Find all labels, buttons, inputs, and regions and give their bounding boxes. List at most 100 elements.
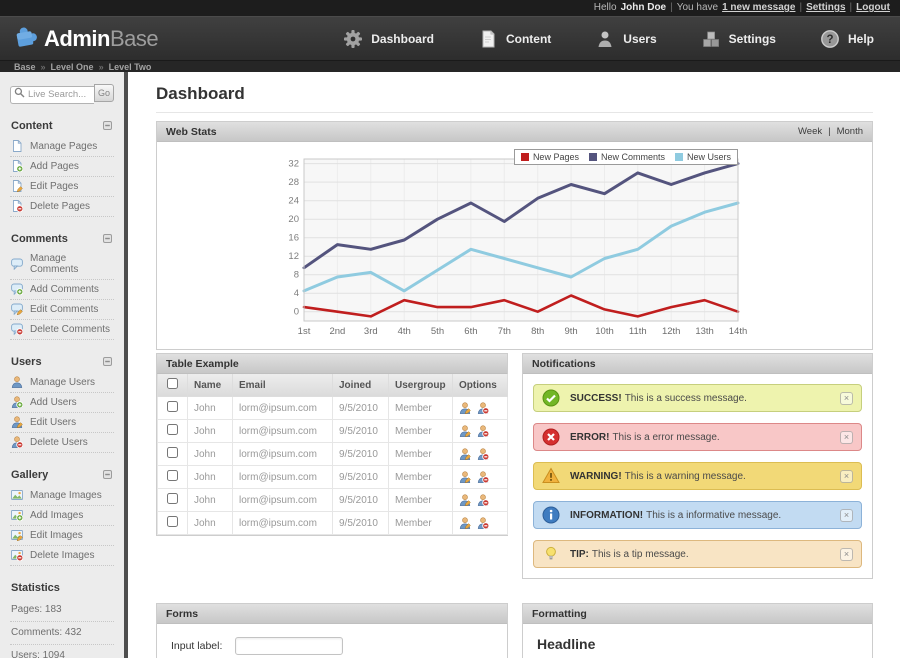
close-icon[interactable]: × xyxy=(840,470,853,483)
nav-item-settings[interactable]: Settings xyxy=(701,29,776,49)
sidebar-item-delete-images[interactable]: Delete Images xyxy=(10,546,114,566)
sidebar-item-add-users[interactable]: Add Users xyxy=(10,393,114,413)
nav-item-help[interactable]: ?Help xyxy=(820,29,874,49)
close-icon[interactable]: × xyxy=(840,431,853,444)
cell-email: lorm@ipsum.com xyxy=(233,512,333,535)
row-checkbox[interactable] xyxy=(167,424,178,435)
sidebar-item-manage-images[interactable]: Manage Images xyxy=(10,486,114,506)
week-link[interactable]: Week xyxy=(798,126,822,137)
svg-text:20: 20 xyxy=(288,214,299,225)
cell-name: John xyxy=(188,489,233,512)
user-edit-icon[interactable] xyxy=(459,471,472,484)
nav-item-dashboard[interactable]: Dashboard xyxy=(343,29,434,49)
legend-item: New Users xyxy=(675,152,731,162)
document-icon xyxy=(478,29,498,49)
formatting-panel-header: Formatting xyxy=(523,604,872,624)
table-row: Johnlorm@ipsum.com9/5/2010Member xyxy=(158,443,508,466)
breadcrumb-item[interactable]: Level Two xyxy=(109,62,152,72)
sidebar-item-edit-users[interactable]: Edit Users xyxy=(10,413,114,433)
comment-edit-icon xyxy=(11,303,23,315)
month-link[interactable]: Month xyxy=(837,126,863,137)
input-label: Input label: xyxy=(171,640,235,652)
breadcrumb-item[interactable]: Level One xyxy=(51,62,94,72)
sidebar-section-title: Content xyxy=(11,120,53,132)
row-checkbox[interactable] xyxy=(167,470,178,481)
search-go-button[interactable]: Go xyxy=(94,84,114,102)
nav-item-users[interactable]: Users xyxy=(595,29,656,49)
user-edit-icon[interactable] xyxy=(459,494,472,507)
close-icon[interactable]: × xyxy=(840,509,853,522)
user-delete-icon[interactable] xyxy=(477,402,490,415)
column-header: Name xyxy=(194,380,221,391)
close-icon[interactable]: × xyxy=(840,548,853,561)
settings-link[interactable]: Settings xyxy=(806,0,845,16)
user-delete-icon[interactable] xyxy=(477,471,490,484)
warning-icon xyxy=(542,467,560,485)
sidebar-item-add-comments[interactable]: Add Comments xyxy=(10,280,114,300)
example-table: NameEmailJoinedUsergroupOptions Johnlorm… xyxy=(157,374,508,535)
row-checkbox[interactable] xyxy=(167,401,178,412)
webstats-panel: Web Stats Week | Month 0481216202428321s… xyxy=(156,121,873,350)
sidebar-item-label: Add Images xyxy=(30,510,83,521)
user-edit-icon[interactable] xyxy=(459,517,472,530)
page-edit-icon xyxy=(11,180,23,192)
svg-text:8: 8 xyxy=(293,270,298,281)
sidebar-section-statistics: StatisticsPages: 183Comments: 432Users: … xyxy=(10,580,114,658)
user-delete-icon[interactable] xyxy=(477,448,490,461)
new-message-link[interactable]: 1 new message xyxy=(722,0,795,16)
sidebar-item-delete-comments[interactable]: Delete Comments xyxy=(10,320,114,340)
cell-usergroup: Member xyxy=(389,443,453,466)
sidebar-item-add-pages[interactable]: Add Pages xyxy=(10,157,114,177)
cell-email: lorm@ipsum.com xyxy=(233,397,333,420)
row-checkbox[interactable] xyxy=(167,516,178,527)
cell-options xyxy=(453,443,508,466)
main-nav: Dashboard Content Users Settings ?Help xyxy=(343,29,874,49)
sidebar-item-manage-pages[interactable]: Manage Pages xyxy=(10,137,114,157)
collapse-panel-icon[interactable] xyxy=(103,357,112,366)
table-row: Johnlorm@ipsum.com9/5/2010Member xyxy=(158,489,508,512)
sidebar-item-delete-pages[interactable]: Delete Pages xyxy=(10,197,114,217)
notifications-panel-header: Notifications xyxy=(523,354,872,374)
logout-link[interactable]: Logout xyxy=(856,0,890,16)
forms-panel-header: Forms xyxy=(157,604,507,624)
form-text-input[interactable] xyxy=(235,637,343,655)
row-checkbox[interactable] xyxy=(167,447,178,458)
svg-text:14th: 14th xyxy=(728,326,747,337)
collapse-panel-icon[interactable] xyxy=(103,234,112,243)
sidebar-section-title: Statistics xyxy=(11,582,60,594)
legend-item: New Comments xyxy=(589,152,665,162)
sidebar-item-label: Add Users xyxy=(30,397,77,408)
statistic-label: Users: 1094 xyxy=(11,650,65,658)
collapse-panel-icon[interactable] xyxy=(103,121,112,130)
user-edit-icon[interactable] xyxy=(459,448,472,461)
sidebar-item-manage-comments[interactable]: Manage Comments xyxy=(10,250,114,280)
user-delete-icon[interactable] xyxy=(477,517,490,530)
cell-options xyxy=(453,420,508,443)
svg-text:12: 12 xyxy=(288,251,299,262)
nav-item-content[interactable]: Content xyxy=(478,29,551,49)
user-delete-icon[interactable] xyxy=(477,425,490,438)
cell-email: lorm@ipsum.com xyxy=(233,443,333,466)
app-logo[interactable]: AdminBase xyxy=(13,23,158,54)
select-all-checkbox[interactable] xyxy=(167,378,178,389)
breadcrumb-item[interactable]: Base xyxy=(14,62,36,72)
sidebar-item-edit-images[interactable]: Edit Images xyxy=(10,526,114,546)
user-edit-icon xyxy=(11,416,23,428)
cell-options xyxy=(453,512,508,535)
sidebar-item-label: Manage Comments xyxy=(30,253,114,275)
sidebar: Go Content Manage PagesAdd PagesEdit Page… xyxy=(0,72,124,658)
sidebar-item-delete-users[interactable]: Delete Users xyxy=(10,433,114,453)
user-delete-icon[interactable] xyxy=(477,494,490,507)
cell-options xyxy=(453,489,508,512)
close-icon[interactable]: × xyxy=(840,392,853,405)
chart-legend: New PagesNew CommentsNew Users xyxy=(514,149,738,165)
collapse-panel-icon[interactable] xyxy=(103,470,112,479)
sidebar-item-label: Edit Users xyxy=(30,417,76,428)
sidebar-item-add-images[interactable]: Add Images xyxy=(10,506,114,526)
sidebar-item-manage-users[interactable]: Manage Users xyxy=(10,373,114,393)
user-edit-icon[interactable] xyxy=(459,402,472,415)
sidebar-item-edit-pages[interactable]: Edit Pages xyxy=(10,177,114,197)
row-checkbox[interactable] xyxy=(167,493,178,504)
user-edit-icon[interactable] xyxy=(459,425,472,438)
sidebar-item-edit-comments[interactable]: Edit Comments xyxy=(10,300,114,320)
